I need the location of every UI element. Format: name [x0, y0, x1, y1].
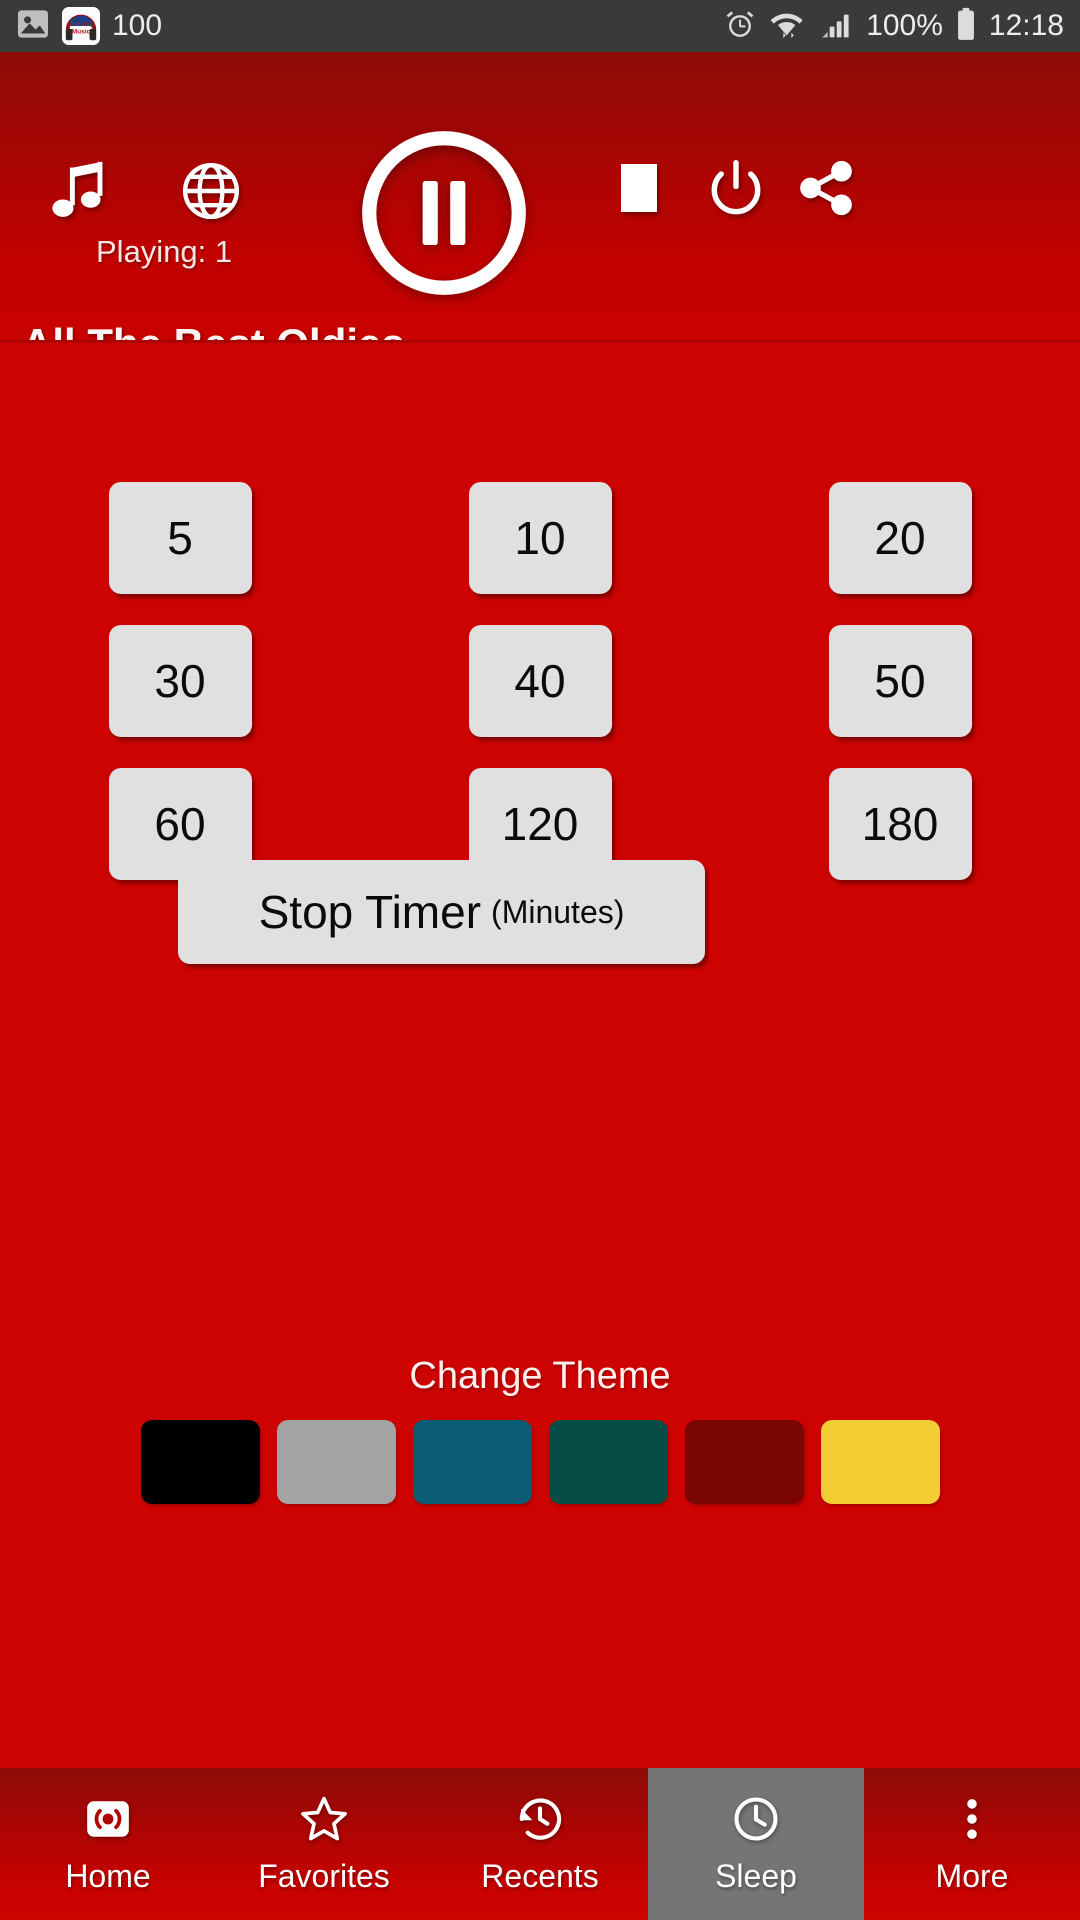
theme-swatch-list — [0, 1420, 1080, 1504]
timer-button[interactable]: 5 — [108, 482, 252, 594]
theme-swatch-blue[interactable] — [412, 1420, 532, 1504]
theme-swatch-green[interactable] — [548, 1420, 668, 1504]
svg-text:Nonstop: Nonstop — [68, 21, 95, 28]
nav-item-home[interactable]: Home — [0, 1768, 216, 1920]
svg-text:Music: Music — [72, 29, 91, 36]
wifi-icon — [768, 8, 808, 45]
theme-swatch-maroon[interactable] — [684, 1420, 804, 1504]
notification-count: 100 — [112, 9, 163, 42]
app-notification-icon: Nonstop Music — [62, 7, 100, 45]
music-note-icon[interactable] — [48, 160, 110, 228]
theme-swatch-gray[interactable] — [276, 1420, 396, 1504]
timer-button[interactable]: 40 — [468, 625, 612, 737]
stop-timer-button[interactable]: Stop Timer (Minutes) — [178, 860, 705, 964]
alarm-icon — [724, 8, 756, 45]
timer-button[interactable]: 30 — [108, 625, 252, 737]
stop-timer-unit-label: (Minutes) — [491, 893, 625, 930]
signal-icon — [820, 8, 854, 45]
playing-status-label: Playing: 1 — [96, 234, 233, 269]
history-icon — [514, 1793, 566, 1845]
share-icon[interactable] — [795, 157, 857, 219]
power-icon[interactable] — [705, 157, 767, 219]
nav-label-more: More — [935, 1858, 1009, 1894]
nav-item-recents[interactable]: Recents — [432, 1768, 648, 1920]
status-bar-left: Nonstop Music 100 — [16, 7, 724, 45]
pause-button[interactable] — [355, 124, 533, 302]
overflow-menu-icon — [946, 1793, 998, 1845]
broadcast-icon — [83, 1793, 133, 1845]
nav-label-favorites: Favorites — [258, 1858, 390, 1894]
stop-timer-label: Stop Timer — [258, 886, 482, 938]
nav-item-favorites[interactable]: Favorites — [216, 1768, 432, 1920]
clock-time: 12:18 — [988, 9, 1064, 42]
bottom-navigation-bar: Home Favorites Recents Sleep More — [0, 1768, 1080, 1920]
timer-button[interactable]: 20 — [828, 482, 972, 594]
battery-icon — [955, 7, 977, 46]
nav-label-sleep: Sleep — [715, 1858, 797, 1894]
theme-swatch-yellow[interactable] — [820, 1420, 940, 1504]
sleep-timer-panel: 5 10 20 30 40 50 60 120 180 Stop Timer (… — [0, 340, 1080, 1504]
nav-item-sleep[interactable]: Sleep — [648, 1768, 864, 1920]
stop-button[interactable] — [615, 160, 663, 216]
timer-button[interactable]: 10 — [468, 482, 612, 594]
change-theme-label: Change Theme — [409, 1355, 671, 1397]
nav-item-more[interactable]: More — [864, 1768, 1080, 1920]
image-icon — [16, 9, 50, 44]
timer-button[interactable]: 180 — [828, 768, 972, 880]
timer-button-grid: 5 10 20 30 40 50 60 120 180 — [0, 482, 1080, 880]
status-bar-right: 100% 12:18 — [724, 7, 1064, 46]
nav-label-home: Home — [65, 1858, 151, 1894]
battery-percent: 100% — [866, 9, 943, 42]
timer-button[interactable]: 50 — [828, 625, 972, 737]
nav-label-recents: Recents — [481, 1858, 599, 1894]
theme-swatch-black[interactable] — [140, 1420, 260, 1504]
globe-icon[interactable] — [180, 160, 242, 222]
status-bar: Nonstop Music 100 100% 12:18 — [0, 0, 1080, 52]
clock-icon — [730, 1793, 782, 1845]
star-icon — [298, 1793, 350, 1845]
